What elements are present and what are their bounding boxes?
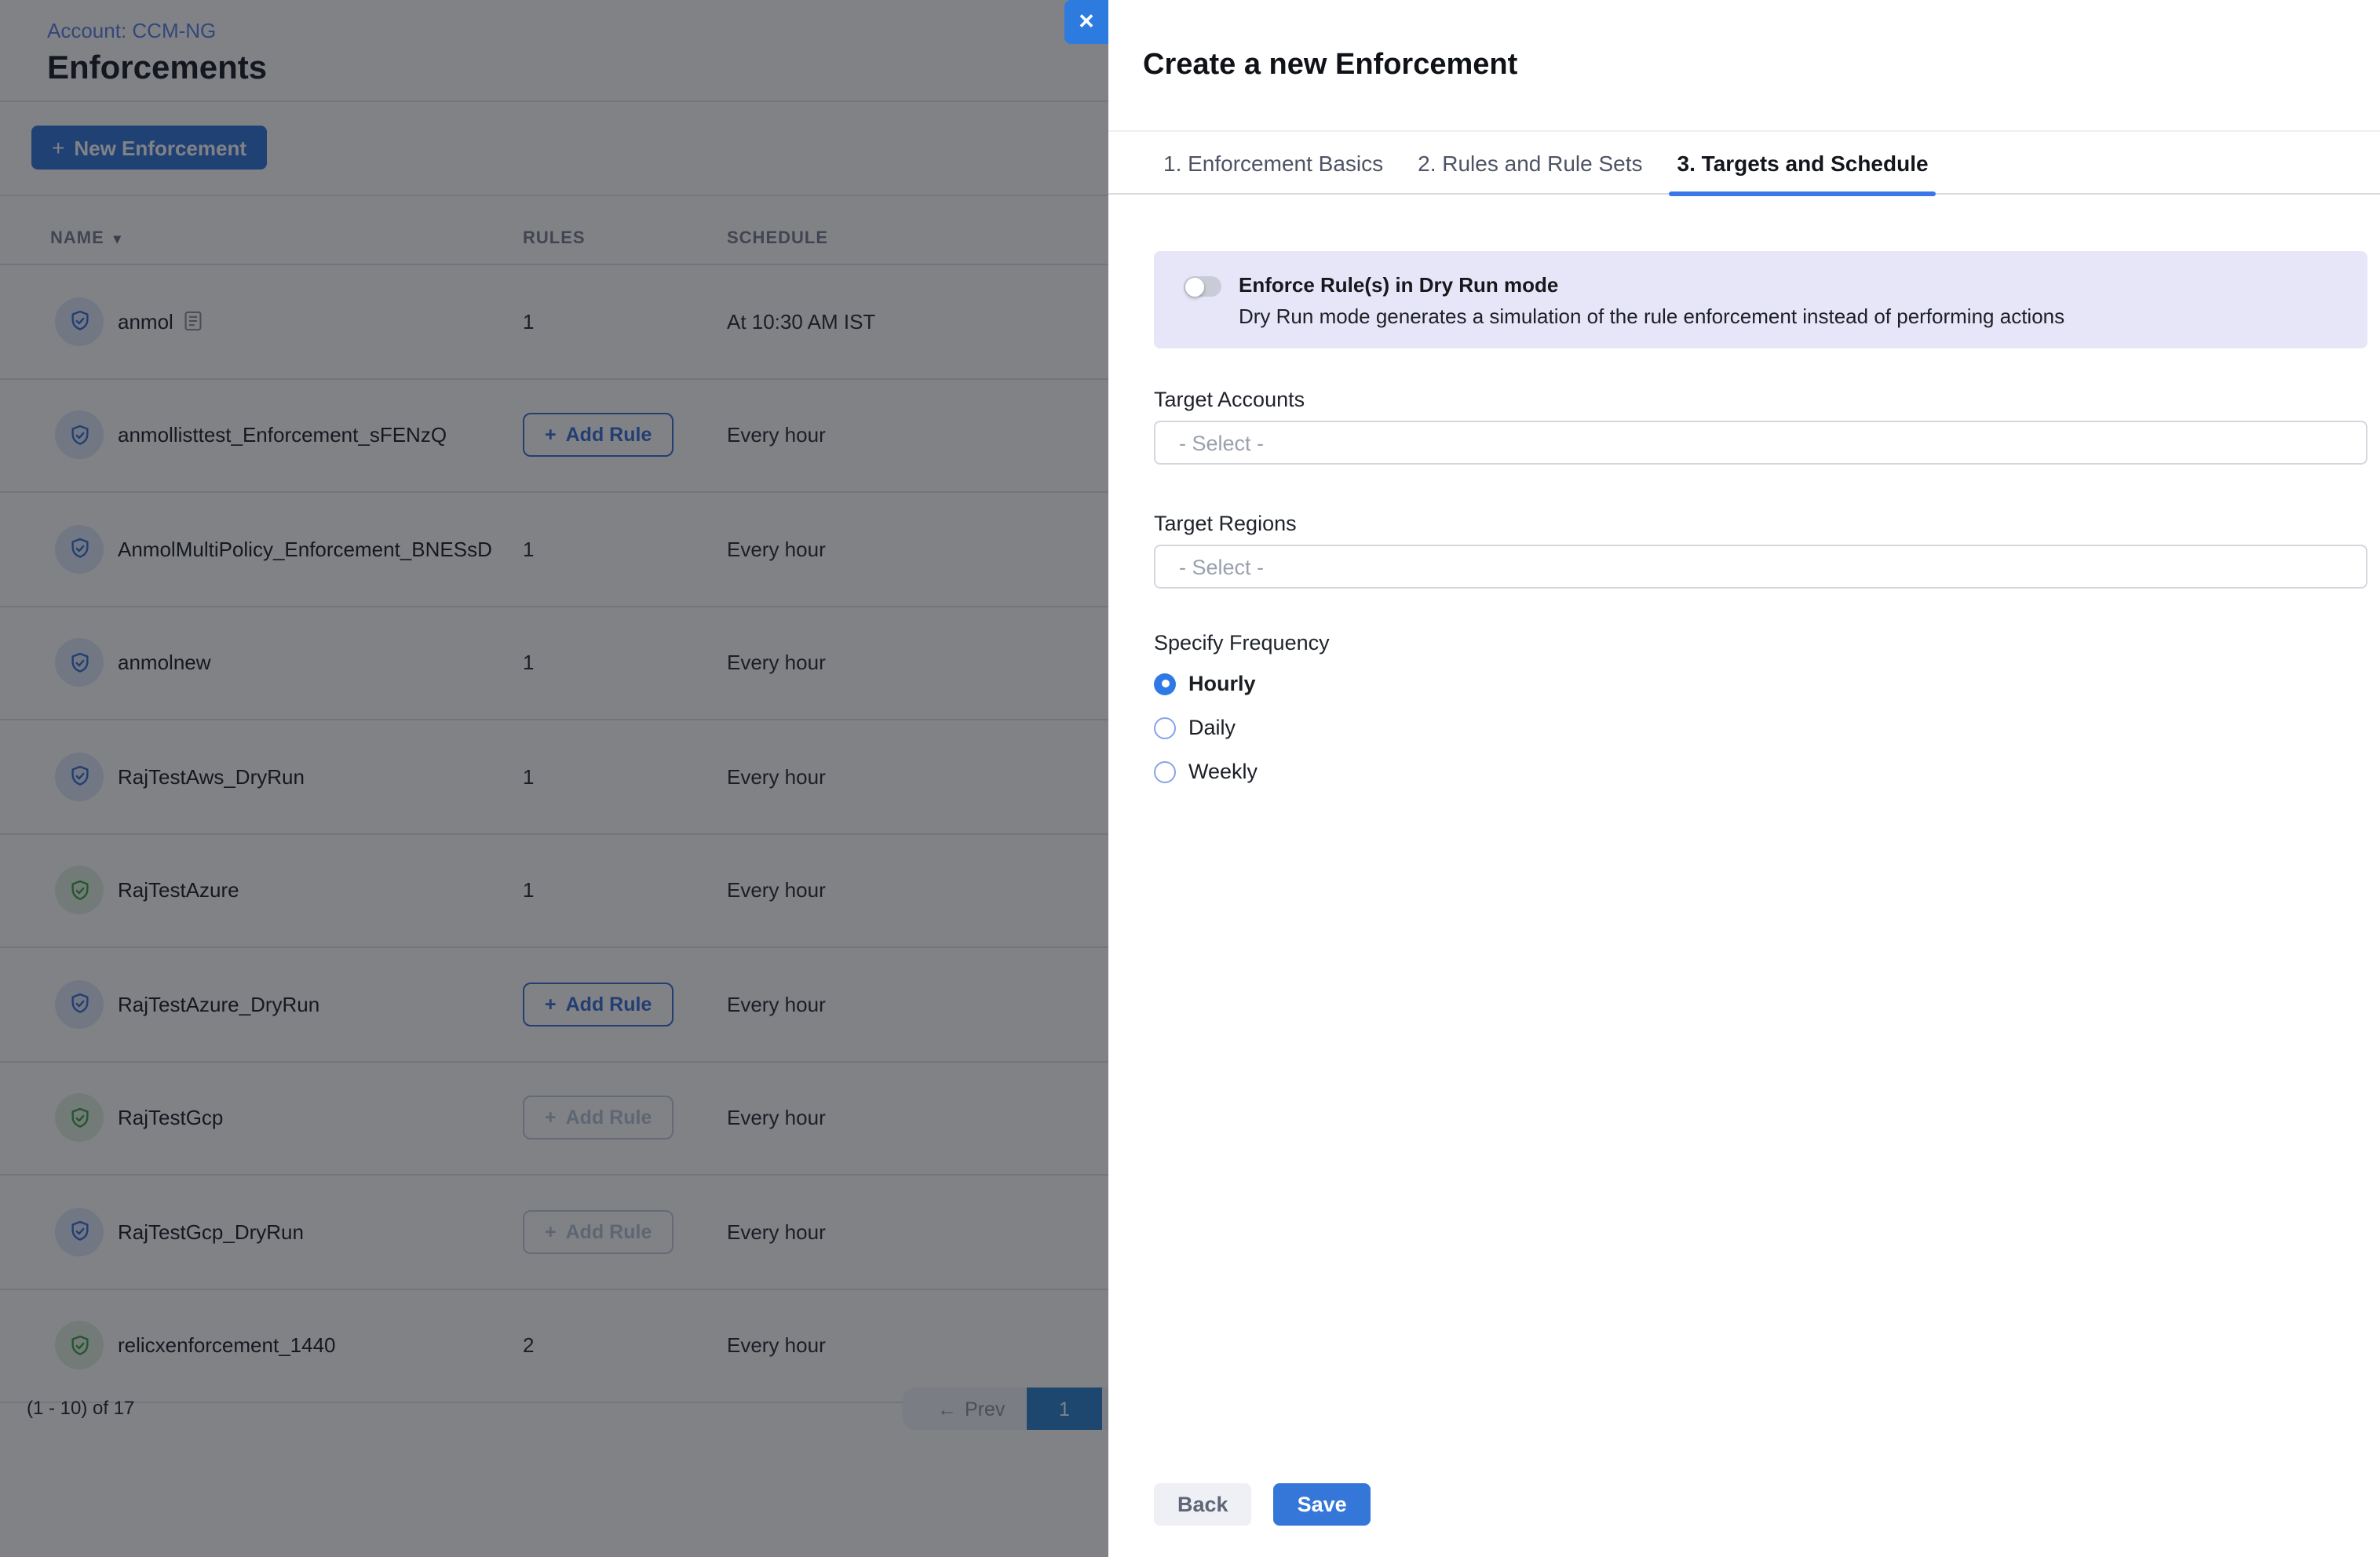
frequency-option-label: Daily xyxy=(1188,716,1236,739)
wizard-tab-1[interactable]: 1. Enforcement Basics xyxy=(1155,132,1391,193)
wizard-tab-3[interactable]: 3. Targets and Schedule xyxy=(1670,132,1936,193)
target-regions-label: Target Regions xyxy=(1154,513,2367,535)
frequency-options: Hourly Daily Weekly xyxy=(1154,672,2367,783)
frequency-option-daily[interactable]: Daily xyxy=(1154,716,2367,739)
frequency-label: Specify Frequency xyxy=(1154,631,2367,655)
toggle-knob-icon xyxy=(1185,277,1203,296)
back-button[interactable]: Back xyxy=(1154,1483,1252,1526)
save-button[interactable]: Save xyxy=(1274,1483,1371,1526)
frequency-option-hourly[interactable]: Hourly xyxy=(1154,672,2367,695)
wizard-tab-2[interactable]: 2. Rules and Rule Sets xyxy=(1410,132,1650,193)
close-icon: ✕ xyxy=(1078,9,1095,35)
dry-run-toggle[interactable] xyxy=(1184,276,1221,297)
wizard-tabs: 1. Enforcement Basics 2. Rules and Rule S… xyxy=(1108,130,2380,195)
target-accounts-select[interactable] xyxy=(1154,421,2367,465)
target-accounts-label: Target Accounts xyxy=(1154,389,2367,411)
frequency-option-label: Hourly xyxy=(1188,672,1256,695)
panel-content: Enforce Rule(s) in Dry Run mode Dry Run … xyxy=(1154,191,2367,783)
dry-run-description: Dry Run mode generates a simulation of t… xyxy=(1239,304,2064,328)
panel-footer: Back Save xyxy=(1154,1483,1371,1526)
close-panel-button[interactable]: ✕ xyxy=(1064,0,1108,44)
radio-icon[interactable] xyxy=(1154,760,1176,782)
target-regions-group: Target Regions xyxy=(1154,513,2367,589)
radio-icon[interactable] xyxy=(1154,717,1176,738)
panel-title: Create a new Enforcement xyxy=(1143,49,1517,83)
radio-selected-icon[interactable] xyxy=(1154,673,1176,695)
frequency-option-weekly[interactable]: Weekly xyxy=(1154,760,2367,783)
screen: Account: CCM-NG Enforcements + New Enfor… xyxy=(0,0,2380,1557)
dry-run-title: Enforce Rule(s) in Dry Run mode xyxy=(1239,273,1558,297)
create-enforcement-panel: Create a new Enforcement 1. Enforcement … xyxy=(1108,0,2380,1557)
dry-run-banner: Enforce Rule(s) in Dry Run mode Dry Run … xyxy=(1154,251,2367,348)
frequency-option-label: Weekly xyxy=(1188,760,1258,783)
target-accounts-group: Target Accounts xyxy=(1154,389,2367,465)
target-regions-select[interactable] xyxy=(1154,545,2367,589)
